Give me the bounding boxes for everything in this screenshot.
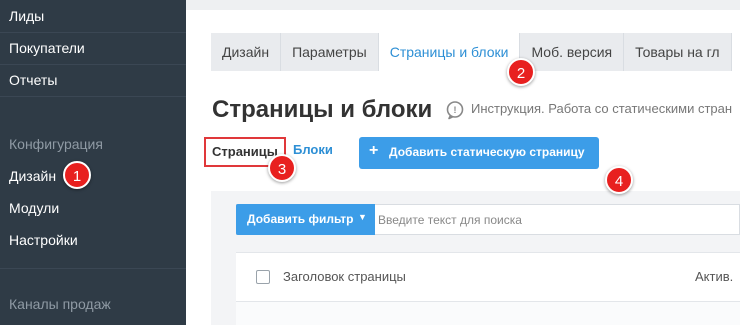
sidebar-divider — [0, 64, 186, 65]
sidebar-divider — [0, 96, 186, 97]
sidebar-divider — [0, 268, 186, 269]
sidebar-section-sales-channels: Каналы продаж — [9, 296, 111, 312]
column-header-active[interactable]: Актив. — [695, 269, 733, 284]
tab-parameters[interactable]: Параметры — [281, 33, 379, 71]
add-filter-label: Добавить фильтр — [247, 212, 354, 226]
add-filter-button[interactable]: Добавить фильтр ▼ — [236, 204, 375, 235]
sidebar-divider — [0, 32, 186, 33]
callout-badge-2: 2 — [507, 58, 535, 86]
table-row — [236, 302, 740, 325]
sidebar-item-settings[interactable]: Настройки — [9, 228, 179, 252]
sidebar-item-modules[interactable]: Модули — [9, 196, 179, 220]
help-chat-icon[interactable]: ! — [445, 100, 465, 120]
add-static-page-label: Добавить статическую страницу — [389, 145, 585, 159]
callout-badge-4: 4 — [605, 166, 633, 194]
column-header-title[interactable]: Заголовок страницы — [283, 269, 406, 284]
subtab-pages-label: Страницы — [212, 144, 278, 159]
tab-mobile-version[interactable]: Моб. версия — [520, 33, 625, 71]
sidebar-item-reports[interactable]: Отчеты — [9, 68, 179, 92]
tab-design[interactable]: Дизайн — [211, 33, 282, 71]
help-instruction-link[interactable]: Инструкция. Работа со статическими стран — [471, 101, 732, 116]
subtab-blocks[interactable]: Блоки — [293, 142, 333, 157]
search-input[interactable] — [378, 207, 728, 232]
sidebar-item-design[interactable]: Дизайн — [9, 164, 179, 188]
callout-badge-1: 1 — [63, 161, 91, 189]
sidebar-item-leads[interactable]: Лиды — [9, 4, 179, 28]
plus-icon: + — [369, 142, 379, 159]
sidebar-section-configuration: Конфигурация — [9, 136, 103, 152]
tab-pages-and-blocks[interactable]: Страницы и блоки — [378, 33, 521, 71]
tab-bar: Дизайн Параметры Страницы и блоки Моб. в… — [211, 33, 732, 71]
caret-down-icon: ▼ — [358, 212, 367, 222]
tab-home-products[interactable]: Товары на гл — [624, 33, 732, 71]
add-static-page-button[interactable]: + Добавить статическую страницу — [359, 137, 599, 169]
sidebar: Лиды Покупатели Отчеты Конфигурация Диза… — [0, 0, 186, 325]
sidebar-item-customers[interactable]: Покупатели — [9, 36, 179, 60]
page-title: Страницы и блоки — [212, 96, 433, 123]
svg-text:!: ! — [454, 105, 457, 115]
select-all-checkbox[interactable] — [256, 270, 270, 284]
top-strip — [186, 0, 740, 10]
callout-badge-3: 3 — [268, 154, 296, 182]
